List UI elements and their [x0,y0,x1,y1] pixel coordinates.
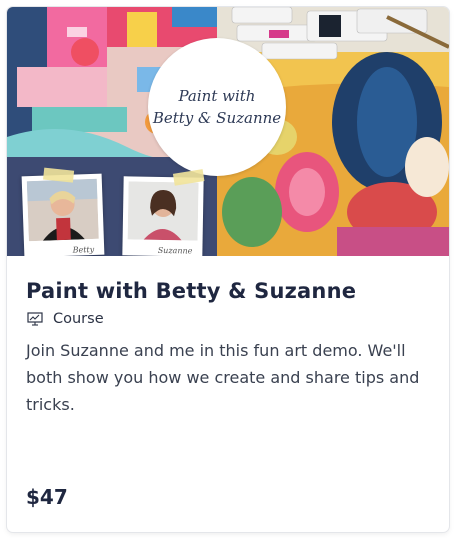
badge-line-2: Betty & Suzanne [152,109,282,127]
course-hero-image[interactable]: Paint with Betty & Suzanne Betty Suzanne [7,7,449,256]
course-card-body: Paint with Betty & Suzanne Course Join S… [26,277,436,418]
course-type: Course [26,309,436,329]
portrait-betty [26,178,99,242]
course-card[interactable]: Paint with Betty & Suzanne Betty Suzanne… [7,7,449,532]
course-logo-badge: Paint with Betty & Suzanne [148,38,286,176]
portrait-suzanne [127,181,199,241]
course-type-label: Course [53,311,104,327]
signature-suzanne: Suzanne [157,245,193,256]
signature-betty: Betty [72,244,95,255]
badge-line-1: Paint with [178,87,256,105]
photo-suzanne: Suzanne [122,169,205,256]
course-price: $47 [26,485,68,509]
course-description: Join Suzanne and me in this fun art demo… [26,341,420,414]
presentation-board-icon [27,312,43,326]
photo-betty: Betty [21,167,105,256]
course-title[interactable]: Paint with Betty & Suzanne [26,277,436,305]
